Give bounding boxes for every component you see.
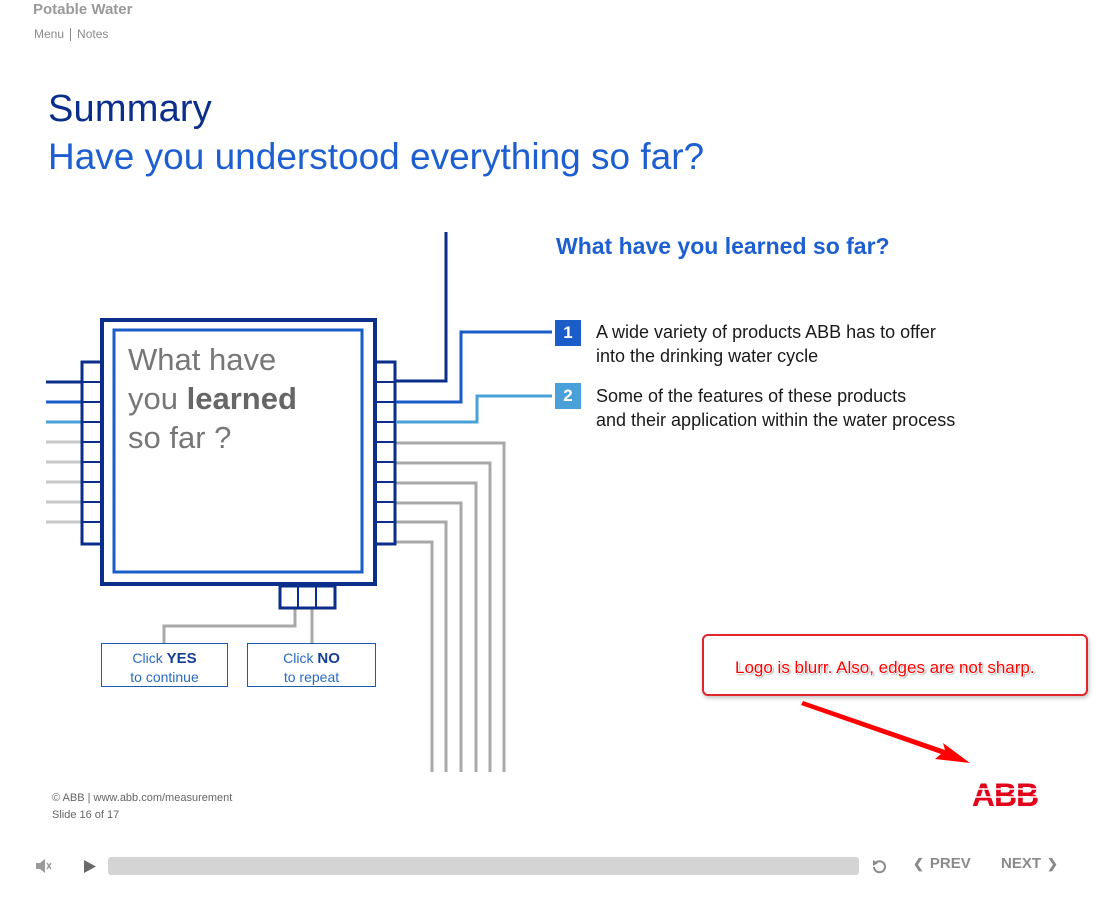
speaker-icon[interactable]: [35, 858, 53, 874]
annotation-text: Logo is blurr. Also, edges are not sharp…: [735, 658, 1035, 677]
play-icon[interactable]: [83, 859, 97, 874]
learned-item-2: Some of the features of these products a…: [596, 386, 956, 430]
next-button[interactable]: NEXT ❯: [1001, 855, 1058, 872]
learned-item-1: A wide variety of products ABB has to of…: [596, 322, 936, 366]
chip-label: What have you learned so far ?: [128, 340, 358, 457]
item-number-2: 2: [555, 383, 581, 409]
svg-text:ABB: ABB: [972, 780, 1038, 810]
chip-line-3: so far ?: [128, 420, 232, 455]
learned-heading: What have you learned so far?: [556, 233, 890, 259]
chip-line-1: What have: [128, 342, 277, 377]
slide-counter: Slide 16 of 17: [52, 809, 120, 821]
chevron-left-icon: ❮: [913, 855, 924, 871]
chip-line-2: you learned: [128, 381, 297, 416]
prev-button[interactable]: ❮ PREV: [913, 855, 971, 872]
no-button[interactable]: Click NO to repeat: [247, 643, 376, 687]
item-number-1: 1: [555, 320, 581, 346]
replay-icon[interactable]: [870, 858, 888, 876]
yes-button[interactable]: Click YES to continue: [101, 643, 228, 687]
chevron-right-icon: ❯: [1047, 855, 1058, 871]
footer: © ABB | www.abb.com/measurement Slide 16…: [52, 790, 232, 824]
abb-logo: ABB: [966, 780, 1044, 810]
annotation-arrow-icon: [801, 701, 970, 763]
copyright-text: © ABB | www.abb.com/measurement: [52, 792, 233, 804]
progress-bar[interactable]: [108, 857, 859, 875]
